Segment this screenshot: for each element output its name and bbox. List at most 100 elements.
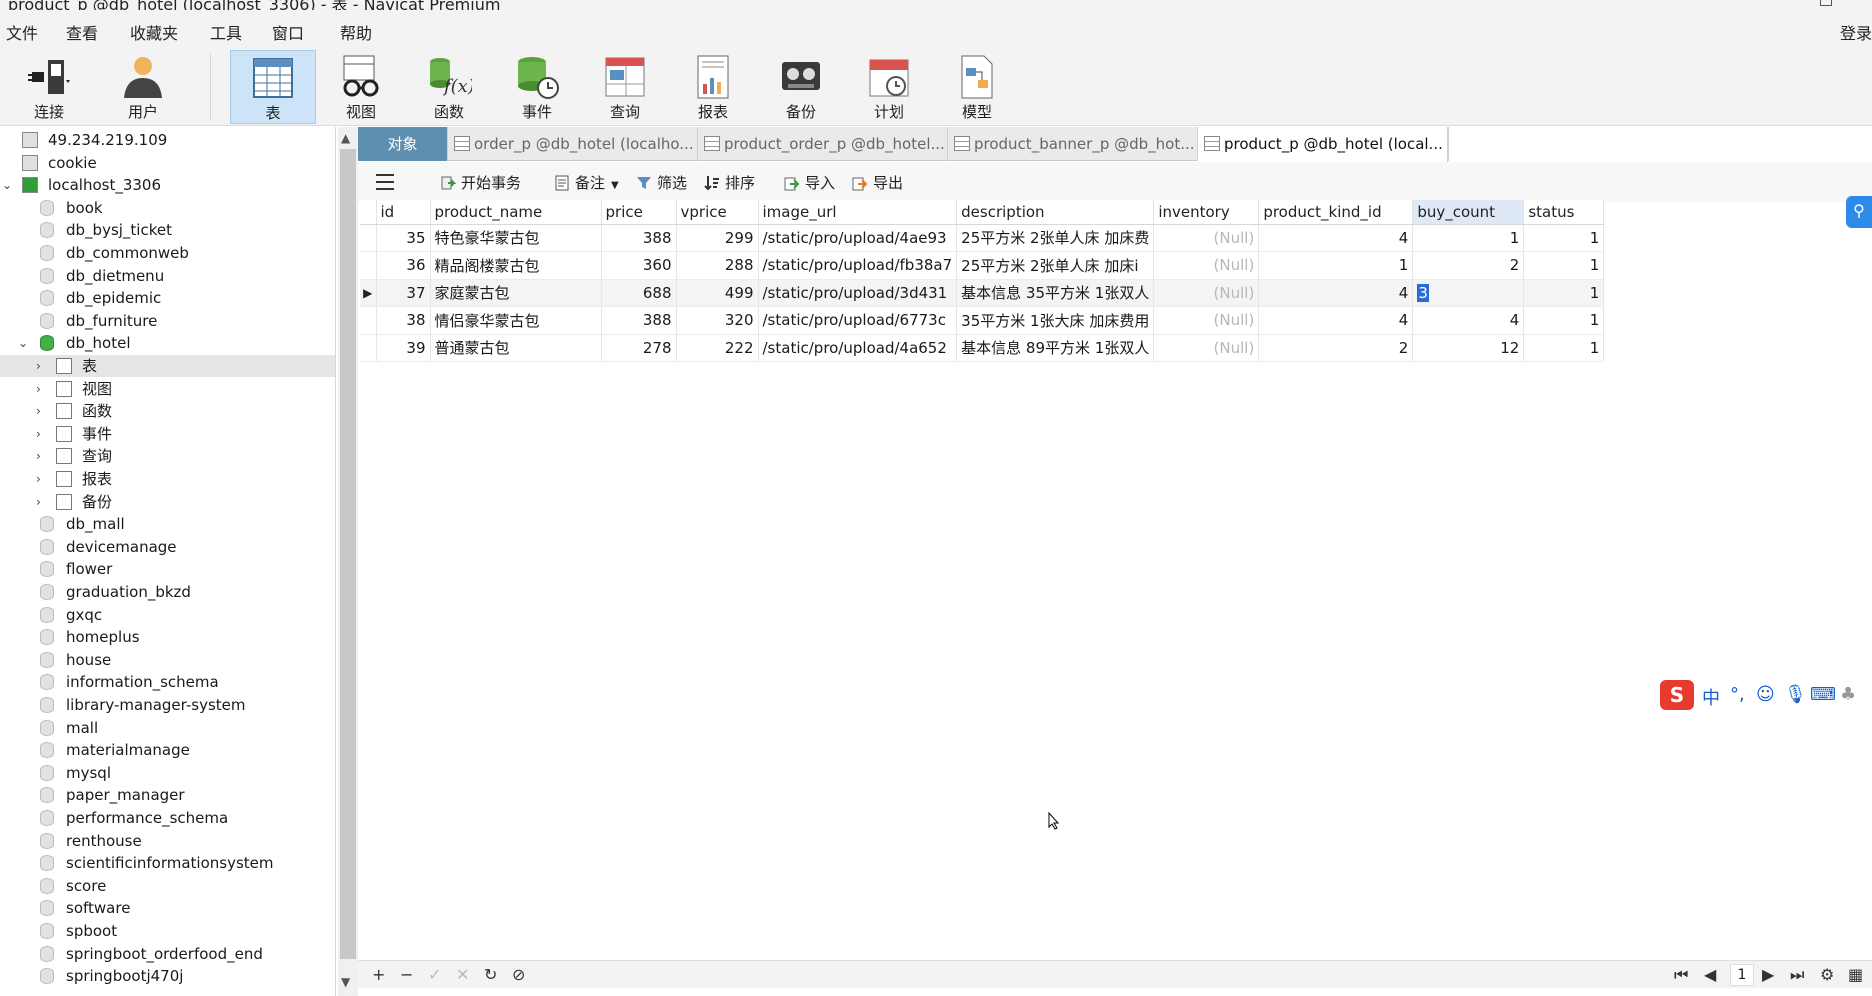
refresh-icon[interactable]: ↻ bbox=[484, 965, 497, 984]
event-button[interactable]: 事件 bbox=[494, 50, 580, 124]
tree-item[interactable]: › 函数 bbox=[0, 400, 335, 422]
cell-inventory[interactable]: (Null) bbox=[1153, 251, 1260, 280]
tree-scroll-thumb[interactable] bbox=[340, 149, 356, 959]
menu-window[interactable]: 窗口 bbox=[272, 20, 304, 44]
cell-price[interactable]: 688 bbox=[601, 279, 677, 307]
discard-icon[interactable]: ✕ bbox=[456, 965, 469, 984]
tab-product-order-p[interactable]: product_order_p @db_hotel... bbox=[698, 127, 948, 161]
cell-description[interactable]: 基本信息 89平方米 1张双人 bbox=[956, 334, 1155, 362]
microphone-icon[interactable]: 🎙 bbox=[1784, 684, 1807, 705]
cell-status[interactable]: 1 bbox=[1523, 224, 1605, 252]
cell-price[interactable]: 388 bbox=[601, 224, 677, 252]
tree-item[interactable]: › 表 bbox=[0, 355, 335, 377]
tree-item[interactable]: ⌄ localhost_3306 bbox=[0, 174, 335, 196]
tree-item[interactable]: db_dietmenu bbox=[0, 265, 335, 287]
backup-button[interactable]: 备份 bbox=[758, 50, 844, 124]
cell-inventory[interactable]: (Null) bbox=[1153, 224, 1260, 252]
cell-image-url[interactable]: /static/pro/upload/6773c bbox=[758, 306, 958, 335]
cell-description[interactable]: 25平方米 2张单人床 加床费 bbox=[956, 224, 1155, 252]
query-button[interactable]: 查询 bbox=[582, 50, 668, 124]
tab-product-banner-p[interactable]: product_banner_p @db_hot... bbox=[948, 127, 1198, 161]
tree-item[interactable]: mysql bbox=[0, 762, 335, 784]
add-record-icon[interactable]: + bbox=[372, 965, 385, 984]
tree-item[interactable]: ⌄ db_hotel bbox=[0, 332, 335, 354]
cell-inventory[interactable]: (Null) bbox=[1153, 306, 1260, 335]
tree-item[interactable]: › 事件 bbox=[0, 423, 335, 445]
chevron-right-icon[interactable]: › bbox=[36, 378, 41, 400]
column-header-image-url[interactable]: image_url bbox=[758, 200, 958, 225]
cell-vprice[interactable]: 320 bbox=[676, 306, 759, 335]
chevron-down-icon[interactable]: ⌄ bbox=[18, 332, 28, 354]
sogou-logo-icon[interactable]: S bbox=[1660, 680, 1694, 710]
chevron-right-icon[interactable]: › bbox=[36, 491, 41, 513]
cell-price[interactable]: 278 bbox=[601, 334, 677, 362]
cell-product-name[interactable]: 精品阁楼蒙古包 bbox=[430, 251, 602, 280]
tree-item[interactable]: › 备份 bbox=[0, 491, 335, 513]
ime-lang[interactable]: 中 bbox=[1702, 684, 1720, 710]
function-button[interactable]: f(x) 函数 bbox=[406, 50, 492, 124]
tree-item[interactable]: springbootj470j bbox=[0, 965, 335, 987]
scroll-down-icon[interactable]: ▼ bbox=[341, 975, 350, 989]
cell-product-name[interactable]: 家庭蒙古包 bbox=[430, 279, 602, 307]
tab-product-p[interactable]: product_p @db_hotel (local... bbox=[1198, 127, 1448, 162]
cell-product-name[interactable]: 普通蒙古包 bbox=[430, 334, 602, 362]
cell-product-kind-id[interactable]: 4 bbox=[1258, 306, 1414, 335]
column-header-product-kind-id[interactable]: product_kind_id bbox=[1258, 200, 1414, 225]
cell-image-url[interactable]: /static/pro/upload/4a652 bbox=[758, 334, 958, 362]
tree-item[interactable]: library-manager-system bbox=[0, 694, 335, 716]
cell-buy-count[interactable]: 4 bbox=[1412, 306, 1525, 335]
delete-record-icon[interactable]: − bbox=[400, 965, 413, 984]
cell-status[interactable]: 1 bbox=[1523, 251, 1605, 280]
note-button[interactable]: 备注 ▼ bbox=[554, 172, 619, 194]
last-page-icon[interactable]: ⏭ bbox=[1790, 965, 1804, 985]
cell-status[interactable]: 1 bbox=[1523, 334, 1605, 362]
tree-item[interactable]: house bbox=[0, 649, 335, 671]
cell-buy-count[interactable]: 1 bbox=[1412, 224, 1525, 252]
tree-item[interactable]: cookie bbox=[0, 152, 335, 174]
menu-help[interactable]: 帮助 bbox=[340, 20, 372, 44]
cell-id[interactable]: 36 bbox=[376, 251, 431, 280]
column-header-vprice[interactable]: vprice bbox=[676, 200, 759, 225]
chevron-right-icon[interactable]: › bbox=[36, 445, 41, 467]
model-button[interactable]: 模型 bbox=[934, 50, 1020, 124]
export-button[interactable]: 导出 bbox=[852, 172, 903, 194]
column-header-buy-count[interactable]: buy_count bbox=[1412, 200, 1525, 225]
cell-vprice[interactable]: 288 bbox=[676, 251, 759, 280]
cell-buy-count[interactable]: 12 bbox=[1412, 334, 1525, 362]
menu-file[interactable]: 文件 bbox=[6, 20, 38, 44]
tree-scrollbar[interactable]: ▲ ▼ bbox=[338, 127, 358, 996]
cell-buy-count[interactable]: 3 bbox=[1412, 279, 1525, 307]
cell-vprice[interactable]: 499 bbox=[676, 279, 759, 307]
page-number[interactable]: 1 bbox=[1730, 964, 1754, 986]
table-row[interactable]: ▶ 37 家庭蒙古包 688 499/static/pro/upload/3d431 基本… bbox=[360, 279, 1605, 307]
column-header-price[interactable]: price bbox=[601, 200, 677, 225]
cell-product-kind-id[interactable]: 4 bbox=[1258, 279, 1414, 307]
cell-image-url[interactable]: /static/pro/upload/4ae93 bbox=[758, 224, 958, 252]
import-button[interactable]: 导入 bbox=[784, 172, 835, 194]
column-header-inventory[interactable]: inventory bbox=[1153, 200, 1260, 225]
column-header-id[interactable]: id bbox=[376, 200, 431, 225]
cell-price[interactable]: 360 bbox=[601, 251, 677, 280]
user-settings-icon[interactable]: ♣ bbox=[1840, 684, 1856, 705]
table-row[interactable]: 36 精品阁楼蒙古包 360 288/static/pro/upload/fb38a7… bbox=[360, 251, 1605, 280]
tree-item[interactable]: springboot_orderfood_end bbox=[0, 943, 335, 965]
cell-image-url[interactable]: /static/pro/upload/3d431 bbox=[758, 279, 958, 307]
cell-vprice[interactable]: 299 bbox=[676, 224, 759, 252]
cell-id[interactable]: 35 bbox=[376, 224, 431, 252]
cell-product-name[interactable]: 情侣豪华蒙古包 bbox=[430, 306, 602, 335]
menu-tools[interactable]: 工具 bbox=[210, 20, 242, 44]
column-header-status[interactable]: status bbox=[1523, 200, 1605, 225]
login-link[interactable]: 登录 bbox=[1840, 20, 1872, 44]
cell-inventory[interactable]: (Null) bbox=[1153, 279, 1260, 307]
tree-item[interactable]: information_schema bbox=[0, 671, 335, 693]
cell-product-kind-id[interactable]: 4 bbox=[1258, 224, 1414, 252]
tab-objects[interactable]: 对象 bbox=[358, 127, 448, 161]
schedule-button[interactable]: 计划 bbox=[846, 50, 932, 124]
tree-item[interactable]: db_bysj_ticket bbox=[0, 219, 335, 241]
table-row[interactable]: 35 特色豪华蒙古包 388 299/static/pro/upload/4ae93 2… bbox=[360, 224, 1605, 252]
tree-item[interactable]: graduation_bkzd bbox=[0, 581, 335, 603]
filter-button[interactable]: 筛选 bbox=[636, 172, 687, 194]
tree-item[interactable]: › 视图 bbox=[0, 378, 335, 400]
tree-item[interactable]: score bbox=[0, 875, 335, 897]
cell-product-kind-id[interactable]: 2 bbox=[1258, 334, 1414, 362]
